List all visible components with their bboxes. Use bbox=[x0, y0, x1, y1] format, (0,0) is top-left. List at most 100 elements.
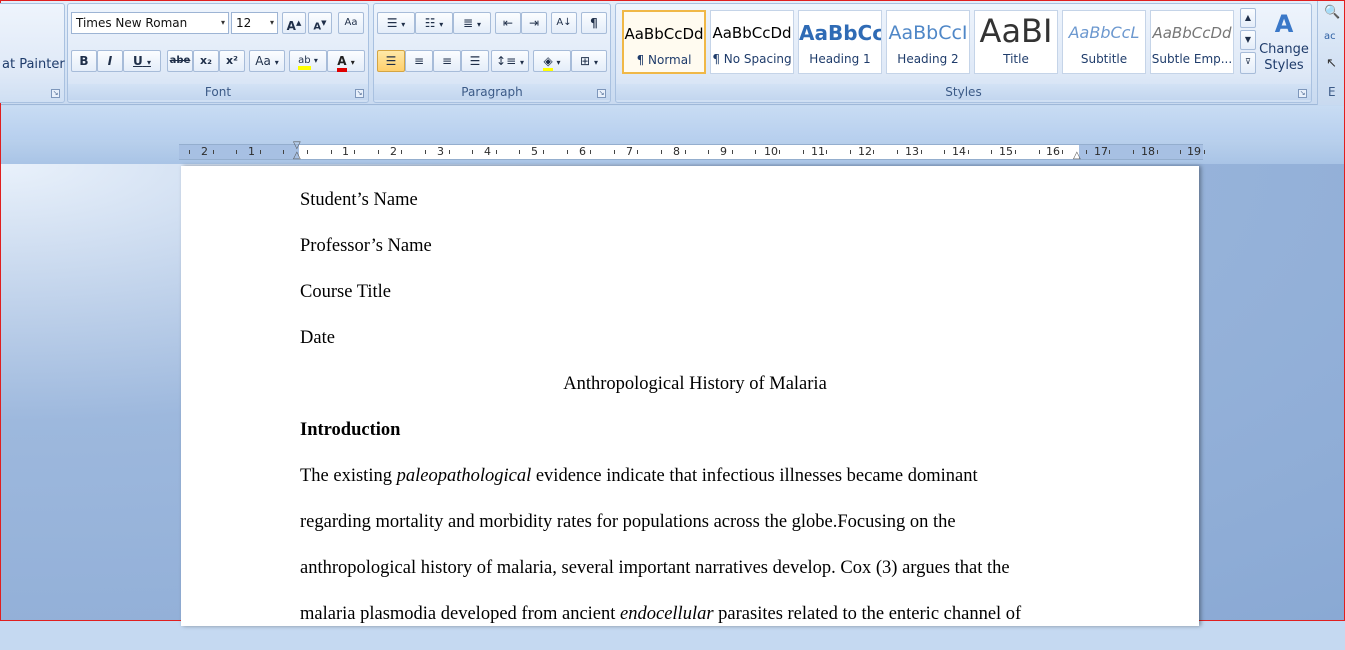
gallery-scroll-down-button[interactable]: ▼ bbox=[1240, 30, 1256, 50]
right-indent-marker[interactable]: △ bbox=[1073, 151, 1081, 161]
ruler-number: 18 bbox=[1141, 145, 1155, 158]
style-title-name: Title bbox=[1003, 52, 1029, 66]
introduction-heading[interactable]: Introduction bbox=[300, 420, 1090, 466]
align-left-button[interactable]: ☰ bbox=[377, 50, 405, 72]
font-size-combo[interactable]: 12 ▾ bbox=[231, 12, 278, 34]
styles-launcher-icon[interactable]: ↘ bbox=[1298, 89, 1307, 98]
course-title-line[interactable]: Course Title bbox=[300, 282, 1090, 328]
ruler-tick bbox=[1015, 150, 1016, 154]
left-indent-marker[interactable]: △ bbox=[293, 151, 301, 161]
ruler-tick bbox=[661, 150, 662, 154]
style-no-spacing-sample: AaBbCcDd bbox=[712, 24, 792, 42]
borders-button[interactable]: ⊞ ▾ bbox=[571, 50, 607, 72]
style-title[interactable]: AaBI Title bbox=[974, 10, 1058, 74]
line-spacing-button[interactable]: ↕≡ ▾ bbox=[491, 50, 529, 72]
ruler-tick bbox=[330, 150, 332, 154]
find-icon[interactable]: 🔍 bbox=[1324, 5, 1340, 20]
grow-font-button[interactable]: A▲ bbox=[282, 12, 306, 34]
paragraph-group-label: Paragraph bbox=[374, 84, 610, 100]
multilevel-button[interactable]: ≣ ▾ bbox=[453, 12, 491, 34]
sort-button[interactable]: A↓ bbox=[551, 12, 577, 34]
ruler-number: 13 bbox=[905, 145, 919, 158]
superscript-button[interactable]: x² bbox=[219, 50, 245, 72]
paragraph-line-3[interactable]: anthropological history of malaria, seve… bbox=[300, 558, 1090, 604]
paragraph-line-1[interactable]: The existing paleopathological evidence … bbox=[300, 466, 1090, 512]
document-body[interactable]: Student’s Name Professor’s Name Course T… bbox=[300, 190, 1090, 650]
style-subtitle[interactable]: AaBbCcL Subtitle bbox=[1062, 10, 1146, 74]
horizontal-ruler[interactable]: 2 1 1 2 3 4 5 6 7 8 9 10 11 12 13 14 15 … bbox=[179, 141, 1205, 161]
paragraph-launcher-icon[interactable]: ↘ bbox=[597, 89, 606, 98]
ruler-left-margin bbox=[179, 145, 299, 159]
ruler-tick bbox=[802, 150, 804, 154]
bullets-button[interactable]: ☰ ▾ bbox=[377, 12, 415, 34]
ruler-tick bbox=[849, 150, 851, 154]
document-title[interactable]: Anthropological History of Malaria bbox=[300, 374, 1090, 420]
justify-button[interactable]: ☰ bbox=[461, 50, 489, 72]
ruler-number: 3 bbox=[437, 145, 444, 158]
show-marks-button[interactable]: ¶ bbox=[581, 12, 607, 34]
bold-button[interactable]: B bbox=[71, 50, 97, 72]
increase-indent-button[interactable]: ⇥ bbox=[521, 12, 547, 34]
decrease-indent-button[interactable]: ⇤ bbox=[495, 12, 521, 34]
select-icon[interactable]: ↖ bbox=[1326, 56, 1337, 71]
bold-label: B bbox=[79, 54, 89, 68]
styles-group: AaBbCcDd ¶ Normal AaBbCcDd ¶ No Spacing … bbox=[615, 3, 1312, 103]
professor-name-line[interactable]: Professor’s Name bbox=[300, 236, 1090, 282]
ruler-tick bbox=[307, 150, 308, 154]
font-color-button[interactable]: A ▾ bbox=[327, 50, 365, 72]
subscript-button[interactable]: x₂ bbox=[193, 50, 219, 72]
paragraph-line-2[interactable]: regarding mortality and morbidity rates … bbox=[300, 512, 1090, 558]
change-case-label: Aa bbox=[255, 54, 271, 68]
ruler-tick bbox=[897, 150, 898, 154]
strikethrough-label: abe bbox=[169, 55, 191, 66]
font-family-combo[interactable]: Times New Roman ▾ bbox=[71, 12, 229, 34]
ruler-tick bbox=[283, 150, 285, 154]
style-heading-1[interactable]: AaBbCc Heading 1 bbox=[798, 10, 882, 74]
shading-button[interactable]: ◈ ▾ bbox=[533, 50, 571, 72]
strikethrough-button[interactable]: abe bbox=[167, 50, 193, 72]
style-heading-2-sample: AaBbCcI bbox=[888, 22, 968, 44]
gallery-more-button[interactable]: ⊽ bbox=[1240, 52, 1256, 74]
date-line[interactable]: Date bbox=[300, 328, 1090, 374]
ruler-tick bbox=[1038, 150, 1040, 154]
style-normal[interactable]: AaBbCcDd ¶ Normal bbox=[622, 10, 706, 74]
style-heading-2[interactable]: AaBbCcI Heading 2 bbox=[886, 10, 970, 74]
ruler-number: 5 bbox=[531, 145, 538, 158]
ruler-number: 6 bbox=[579, 145, 586, 158]
ruler-tick bbox=[1085, 150, 1087, 154]
format-painter-button[interactable]: at Painter bbox=[2, 57, 65, 72]
paragraph-line-4[interactable]: malaria plasmodia developed from ancient… bbox=[300, 604, 1090, 650]
ruler-tick bbox=[212, 150, 214, 154]
numbering-button[interactable]: ☷ ▾ bbox=[415, 12, 453, 34]
ruler-number: 9 bbox=[720, 145, 727, 158]
ruler-number: 7 bbox=[626, 145, 633, 158]
style-subtle-emphasis[interactable]: AaBbCcDd Subtle Emp... bbox=[1150, 10, 1234, 74]
pilcrow-icon: ¶ bbox=[590, 16, 598, 30]
para4-text-c: parasites related to the enteric channel… bbox=[713, 604, 1022, 624]
replace-icon[interactable]: ac bbox=[1324, 31, 1336, 42]
style-title-sample: AaBI bbox=[979, 12, 1053, 50]
document-page[interactable]: Student’s Name Professor’s Name Course T… bbox=[181, 166, 1199, 626]
numbering-icon: ☷ bbox=[424, 16, 436, 30]
clear-formatting-button[interactable]: Aa bbox=[338, 12, 364, 34]
para4-text-a: malaria plasmodia developed from ancient bbox=[300, 604, 621, 624]
gallery-scroll-up-button[interactable]: ▲ bbox=[1240, 8, 1256, 28]
shrink-font-button[interactable]: A▼ bbox=[308, 12, 332, 34]
font-size-value: 12 bbox=[236, 16, 252, 30]
align-center-button[interactable]: ≡ bbox=[405, 50, 433, 72]
ribbon-gap bbox=[1, 106, 1344, 140]
underline-button[interactable]: U ▾ bbox=[123, 50, 161, 72]
italic-button[interactable]: I bbox=[97, 50, 123, 72]
font-launcher-icon[interactable]: ↘ bbox=[355, 89, 364, 98]
change-styles-button[interactable]: A Change Styles bbox=[1258, 6, 1310, 86]
clipboard-launcher-icon[interactable]: ↘ bbox=[51, 89, 60, 98]
change-case-button[interactable]: Aa ▾ bbox=[249, 50, 285, 72]
ruler-tick bbox=[259, 150, 261, 154]
align-right-button[interactable]: ≡ bbox=[433, 50, 461, 72]
ruler-tick bbox=[448, 150, 450, 154]
style-no-spacing[interactable]: AaBbCcDd ¶ No Spacing bbox=[710, 10, 794, 74]
student-name-line[interactable]: Student’s Name bbox=[300, 190, 1090, 236]
ruler-tick bbox=[519, 150, 521, 154]
ruler-tick bbox=[1133, 150, 1134, 154]
highlight-button[interactable]: ab ▾ bbox=[289, 50, 327, 72]
